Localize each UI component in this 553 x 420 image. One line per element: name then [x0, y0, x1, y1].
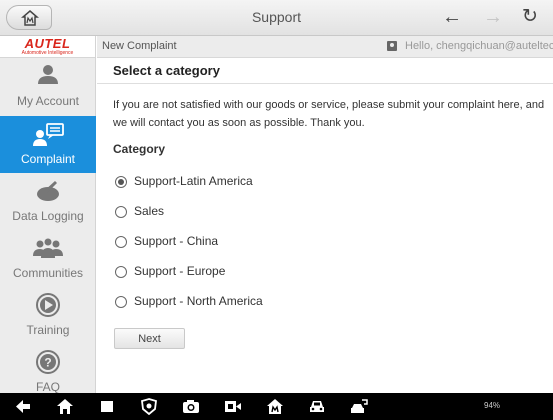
complaint-icon [33, 123, 64, 146]
play-icon [36, 293, 60, 317]
breadcrumb: New Complaint [102, 40, 177, 52]
sidebar-item-data-logging[interactable]: Data Logging [0, 173, 96, 230]
sidebar-item-my-account[interactable]: My Account [0, 58, 96, 115]
system-navigation-bar: 94% [0, 393, 553, 420]
page-title: Support [251, 9, 302, 25]
refresh-icon[interactable]: ↻ [522, 6, 538, 28]
autel-home-icon[interactable] [266, 398, 284, 415]
user-icon [387, 41, 397, 51]
category-label: Category [113, 142, 166, 156]
person-icon [38, 65, 58, 84]
back-arrow-icon[interactable]: ← [442, 6, 462, 28]
sidebar: AUTEL Automotive Intelligence My Account… [0, 36, 96, 394]
radio-button[interactable] [115, 236, 127, 248]
intro-text: If you are not satisfied with our goods … [113, 99, 545, 129]
category-option-support-north-america[interactable]: Support - North America [113, 292, 413, 312]
sidebar-item-communities[interactable]: Communities [0, 230, 96, 287]
recent-apps-icon[interactable] [98, 398, 116, 415]
screen-record-icon[interactable] [224, 398, 242, 415]
category-option-support-china[interactable]: Support - China [113, 232, 413, 252]
radio-button[interactable] [115, 206, 127, 218]
sidebar-item-complaint[interactable]: Complaint [0, 116, 96, 173]
category-option-support-europe[interactable]: Support - Europe [113, 262, 413, 282]
svg-text:?: ? [44, 356, 51, 370]
radio-button[interactable] [115, 296, 127, 308]
camera-icon[interactable] [182, 398, 200, 415]
main-content: New Complaint Hello, chengqichuan@autelt… [97, 36, 553, 393]
question-icon: ? [36, 350, 60, 374]
home-icon[interactable] [56, 398, 74, 415]
user-greeting: Hello, chengqichuan@auteltech.net [405, 40, 553, 52]
category-option-support-latin-america[interactable]: Support-Latin America [113, 172, 413, 192]
vehicle-service-icon[interactable] [350, 398, 368, 415]
section-title: Select a category [113, 63, 220, 78]
breadcrumb-bar: New Complaint Hello, chengqichuan@autelt… [97, 36, 553, 58]
section-header: Select a category [97, 58, 553, 84]
back-icon[interactable] [14, 398, 32, 415]
data-logging-icon [37, 181, 59, 201]
shield-icon[interactable] [140, 398, 158, 415]
sidebar-item-training[interactable]: Training [0, 287, 96, 344]
status-indicators: 94% [484, 401, 501, 410]
radio-button[interactable] [115, 266, 127, 278]
forward-arrow-icon[interactable]: → [483, 6, 503, 28]
brand-logo: AUTEL Automotive Intelligence [0, 36, 95, 58]
radio-button[interactable] [115, 176, 127, 188]
vehicle-icon[interactable] [308, 398, 326, 415]
next-button[interactable]: Next [114, 328, 185, 349]
category-option-sales[interactable]: Sales [113, 202, 413, 222]
communities-icon [33, 238, 63, 258]
top-bar: Support ← → ↻ [0, 0, 553, 36]
